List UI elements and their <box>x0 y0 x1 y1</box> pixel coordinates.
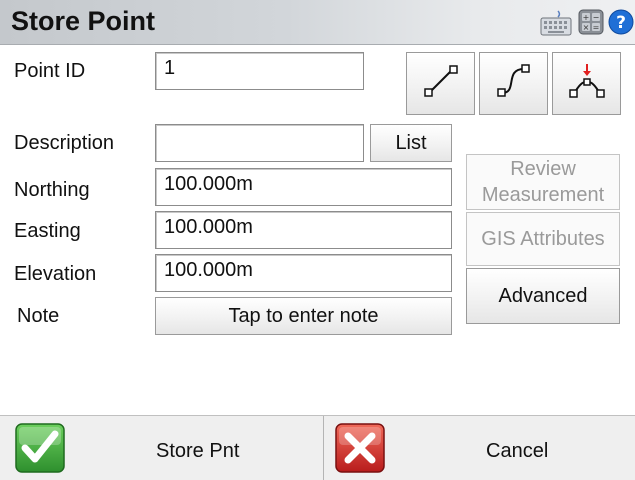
easting-field[interactable]: 100.000m <box>155 211 452 249</box>
page-title: Store Point <box>11 6 156 36</box>
review-measurement-button[interactable]: Review Measurement <box>466 154 620 210</box>
arc-point-tool-button[interactable] <box>552 52 621 115</box>
elevation-label: Elevation <box>14 263 97 285</box>
svg-text:+: + <box>583 13 590 22</box>
northing-label: Northing <box>14 179 90 201</box>
svg-text:?: ? <box>616 13 626 33</box>
cancel-label: Cancel <box>486 440 549 462</box>
bottom-bar: Store Pnt Cancel <box>0 415 635 480</box>
svg-text:×: × <box>583 23 590 32</box>
store-point-button[interactable]: Store Pnt <box>0 416 323 480</box>
description-label: Description <box>14 132 115 154</box>
title-bar: Store Point + − × = ? <box>0 0 635 45</box>
list-button[interactable]: List <box>370 124 452 162</box>
curve-icon <box>494 61 534 107</box>
point-id-field[interactable]: 1 <box>155 52 364 90</box>
calculator-icon[interactable]: + − × = <box>578 9 606 35</box>
cancel-x-icon <box>334 422 386 479</box>
review-line1: Review <box>510 158 576 180</box>
review-line2: Measurement <box>481 184 605 206</box>
line-icon <box>421 61 461 107</box>
help-icon[interactable]: ? <box>608 9 635 35</box>
elevation-field[interactable]: 100.000m <box>155 254 452 292</box>
arc-point-icon <box>567 61 607 107</box>
note-label: Note <box>17 305 60 327</box>
advanced-button[interactable]: Advanced <box>466 268 620 324</box>
note-button[interactable]: Tap to enter note <box>155 297 452 335</box>
line-tool-button[interactable] <box>406 52 475 115</box>
keyboard-icon[interactable] <box>540 9 572 36</box>
checkmark-icon <box>14 422 66 479</box>
cancel-button[interactable]: Cancel <box>324 416 635 480</box>
description-field[interactable] <box>155 124 364 162</box>
store-point-label: Store Pnt <box>156 440 240 462</box>
gis-attributes-button[interactable]: GIS Attributes <box>466 212 620 266</box>
point-id-label: Point ID <box>14 60 86 82</box>
curve-tool-button[interactable] <box>479 52 548 115</box>
svg-text:−: − <box>593 13 600 22</box>
northing-field[interactable]: 100.000m <box>155 168 452 206</box>
svg-text:=: = <box>593 23 600 32</box>
easting-label: Easting <box>14 220 81 242</box>
